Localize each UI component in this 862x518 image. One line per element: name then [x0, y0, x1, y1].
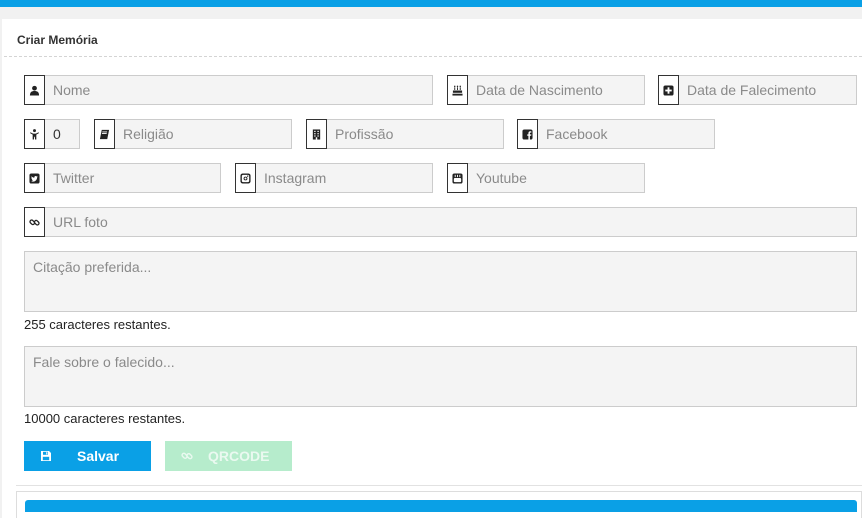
building-icon	[306, 119, 327, 149]
facebook-field	[517, 119, 715, 149]
idade-field	[24, 119, 80, 149]
facebook-icon	[517, 119, 538, 149]
youtube-input[interactable]	[468, 163, 645, 193]
save-button[interactable]: Salvar	[24, 441, 151, 471]
twitter-input[interactable]	[45, 163, 221, 193]
nascimento-field	[447, 75, 645, 105]
panel-title: Criar Memória	[17, 33, 98, 47]
link-icon	[181, 450, 193, 462]
instagram-icon	[235, 163, 256, 193]
bottom-section	[16, 491, 862, 518]
child-icon	[24, 119, 45, 149]
youtube-field	[447, 163, 645, 193]
nome-field	[24, 75, 433, 105]
save-icon	[40, 450, 52, 462]
nome-input[interactable]	[45, 75, 433, 105]
save-button-label: Salvar	[77, 448, 120, 464]
birthday-cake-icon	[447, 75, 468, 105]
top-accent-bar	[0, 0, 862, 7]
qrcode-button[interactable]: QRCODE	[165, 441, 292, 471]
section-divider	[16, 485, 862, 486]
instagram-field	[235, 163, 433, 193]
profissao-input[interactable]	[327, 119, 504, 149]
nascimento-input[interactable]	[468, 75, 645, 105]
user-icon	[24, 75, 45, 105]
create-memory-panel: Criar Memória Nome Data de Nascimento Da…	[2, 19, 862, 518]
sobre-textarea[interactable]	[24, 346, 857, 407]
facebook-input[interactable]	[538, 119, 715, 149]
youtube-icon	[447, 163, 468, 193]
twitter-icon	[24, 163, 45, 193]
religiao-input[interactable]	[115, 119, 292, 149]
sobre-counter: 10000 caracteres restantes.	[24, 411, 186, 426]
instagram-input[interactable]	[256, 163, 433, 193]
citacao-counter: 255 caracteres restantes.	[24, 317, 171, 332]
twitter-field	[24, 163, 221, 193]
qrcode-button-label: QRCODE	[208, 448, 270, 464]
title-divider	[4, 56, 862, 57]
url-foto-input[interactable]	[45, 207, 857, 237]
book-icon	[94, 119, 115, 149]
url-foto-field	[24, 207, 857, 237]
falecimento-field	[658, 75, 857, 105]
idade-input[interactable]	[45, 119, 80, 149]
falecimento-input[interactable]	[679, 75, 857, 105]
bottom-accent-bar	[25, 500, 857, 512]
plus-square-icon	[658, 75, 679, 105]
citacao-textarea[interactable]	[24, 251, 857, 312]
religiao-field	[94, 119, 292, 149]
profissao-field	[306, 119, 504, 149]
link-icon	[24, 207, 45, 237]
